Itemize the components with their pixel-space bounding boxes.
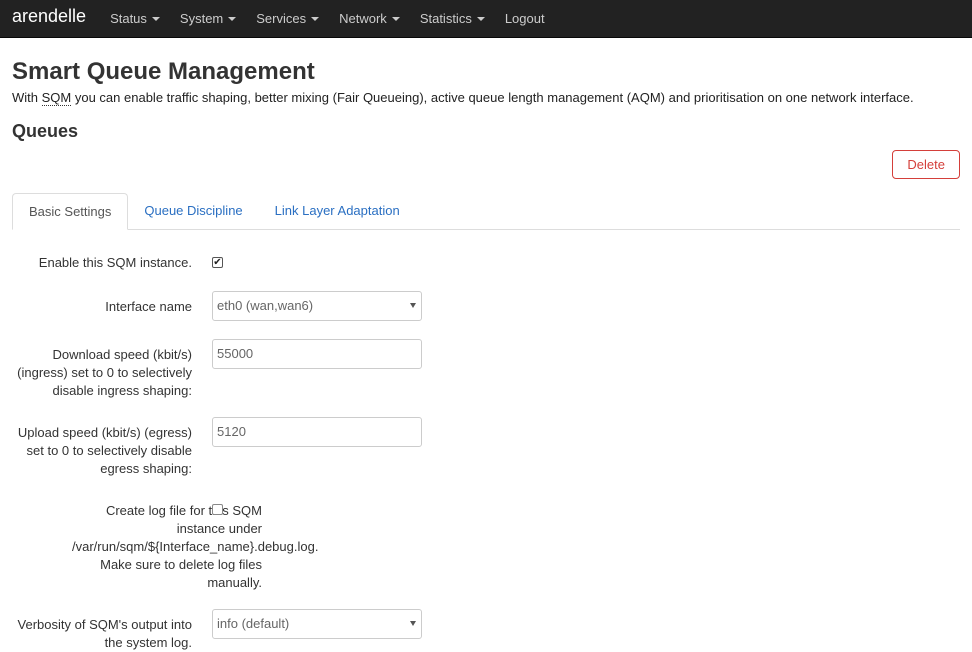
main-content: Smart Queue Management With SQM you can … xyxy=(0,58,972,650)
interface-label: Interface name xyxy=(105,299,192,314)
delete-button[interactable]: Delete xyxy=(892,150,960,179)
upload-label: Upload speed (kbit/s) (egress) set to 0 … xyxy=(17,425,192,476)
log-file-checkbox[interactable] xyxy=(212,504,223,515)
caret-down-icon xyxy=(391,16,400,21)
nav-network-label: Network xyxy=(339,10,387,26)
dropdown-arrow-icon xyxy=(410,303,416,308)
tab-queue-discipline[interactable]: Queue Discipline xyxy=(128,193,258,230)
nav-logout[interactable]: Logout xyxy=(495,0,555,38)
verbosity-label: Verbosity of SQM's output into the syste… xyxy=(17,617,192,650)
caret-down-icon xyxy=(151,16,160,21)
download-speed-input[interactable]: 55000 xyxy=(212,339,422,369)
tab-basic-settings[interactable]: Basic Settings xyxy=(12,193,129,230)
dropdown-arrow-icon xyxy=(410,621,416,626)
log-file-label: Create log file for this SQM instance un… xyxy=(2,502,319,592)
tab-link-layer-adaptation[interactable]: Link Layer Adaptation xyxy=(259,193,416,230)
page-title: Smart Queue Management xyxy=(12,58,315,85)
brand-logo[interactable]: arendelle xyxy=(0,0,102,35)
nav-status[interactable]: Status xyxy=(102,0,170,38)
section-title: Queues xyxy=(12,121,79,141)
sqm-abbreviation: SQM xyxy=(41,90,72,106)
main-nav: Status System Services Network Statistic… xyxy=(102,0,555,38)
tab-bar: Basic Settings Queue Discipline Link Lay… xyxy=(12,193,960,230)
download-label: Download speed (kbit/s) (ingress) set to… xyxy=(17,347,192,398)
nav-statistics-label: Statistics xyxy=(419,10,472,26)
nav-status-label: Status xyxy=(110,10,147,26)
section-actions: Delete xyxy=(12,150,960,179)
interface-select[interactable]: eth0 (wan,wan6) xyxy=(212,291,422,321)
desc-prefix: With xyxy=(12,90,42,105)
enable-label: Enable this SQM instance. xyxy=(38,255,192,270)
nav-system-label: System xyxy=(179,10,224,26)
caret-down-icon xyxy=(228,16,237,21)
caret-down-icon xyxy=(311,16,320,21)
nav-statistics[interactable]: Statistics xyxy=(410,0,495,38)
log-file-label-text: Create log file for this SQM instance un… xyxy=(72,503,319,590)
page-description: With SQM you can enable traffic shaping,… xyxy=(12,90,960,106)
nav-services[interactable]: Services xyxy=(246,0,329,38)
nav-logout-label: Logout xyxy=(504,10,545,26)
top-navbar: arendelle Status System Services Network… xyxy=(0,0,972,38)
nav-system[interactable]: System xyxy=(170,0,246,38)
verbosity-select[interactable]: info (default) xyxy=(212,609,422,639)
desc-suffix: you can enable traffic shaping, better m… xyxy=(71,90,914,105)
nav-network[interactable]: Network xyxy=(329,0,410,38)
verbosity-select-value: info (default) xyxy=(217,616,290,631)
caret-down-icon xyxy=(476,16,485,21)
checkmark-icon: ✔ xyxy=(213,256,222,268)
enable-checkbox[interactable]: ✔ xyxy=(212,257,223,268)
interface-select-value: eth0 (wan,wan6) xyxy=(217,298,314,313)
nav-services-label: Services xyxy=(256,10,307,26)
upload-speed-input[interactable]: 5120 xyxy=(212,417,422,447)
